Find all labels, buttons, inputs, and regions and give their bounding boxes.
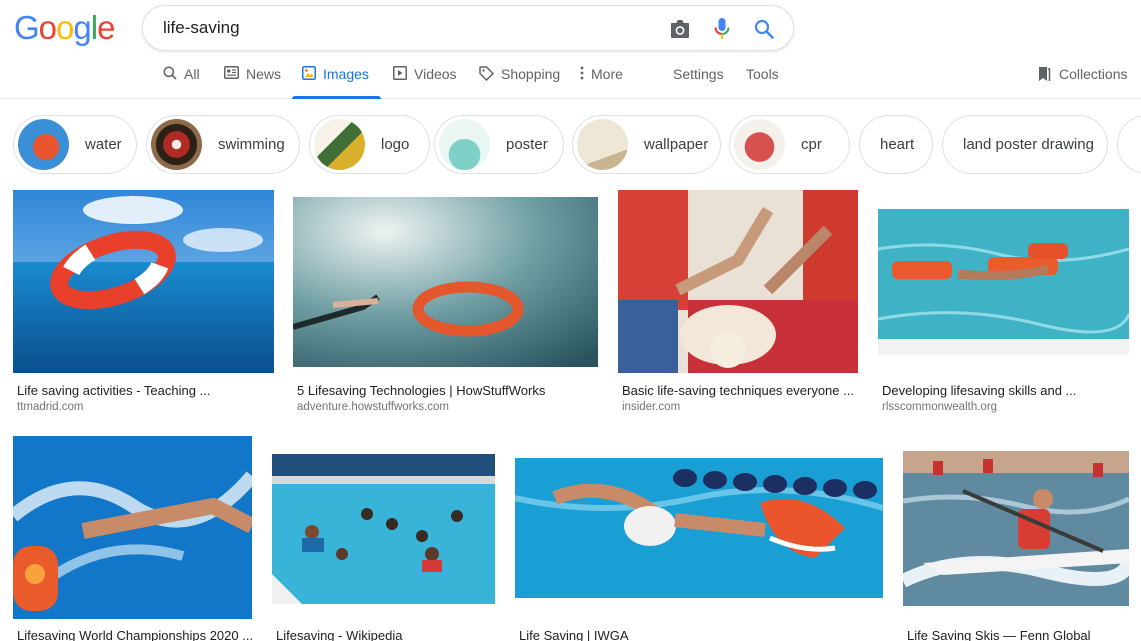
search-icon[interactable] [751,16,777,42]
image-result[interactable]: Lifesaving - Wikipedia [272,436,495,641]
tab-label: Images [323,66,369,82]
tag-icon [479,66,494,81]
result-source: adventure.howstuffworks.com [297,401,449,413]
bookmark-icon [1039,67,1051,81]
chip-thumbnail [18,119,69,170]
result-title[interactable]: Developing lifesaving skills and ... [882,383,1130,398]
tools-link[interactable]: Tools [746,66,779,82]
tab-all[interactable]: All [163,66,200,99]
tab-more[interactable]: More [580,66,623,99]
tab-label: Videos [414,66,457,82]
result-image[interactable] [13,190,274,373]
chip-water[interactable]: water [13,115,137,174]
logo-letter: g [73,9,91,46]
search-box [142,5,794,51]
related-searches-chips: water swimming logo poster wallpaper cpr… [13,115,1141,175]
chip-heart[interactable]: heart [859,115,933,174]
chip-wallpaper[interactable]: wallpaper [572,115,721,174]
image-result[interactable]: Life Saving Skis — Fenn Global [903,436,1129,641]
logo-letter: e [97,9,115,46]
tab-label: More [591,66,623,82]
chip-more[interactable] [1117,115,1141,174]
result-title[interactable]: Life Saving | IWGA [519,628,879,641]
tab-label: Shopping [501,66,561,82]
result-image[interactable] [515,458,883,598]
result-image[interactable] [618,190,858,373]
result-title[interactable]: 5 Lifesaving Technologies | HowStuffWork… [297,383,597,398]
result-image[interactable] [13,436,252,619]
image-result[interactable]: Basic life-saving techniques everyone ..… [618,190,858,420]
search-tabs-bar: All News Images Videos Shopping More Set… [0,54,1141,99]
search-icon [163,66,177,80]
result-title[interactable]: Basic life-saving techniques everyone ..… [622,383,858,398]
image-icon [302,66,316,80]
image-result[interactable]: Life saving activities - Teaching ... tt… [13,190,274,420]
chip-thumbnail [314,119,365,170]
image-result[interactable]: Lifesaving World Championships 2020 ... [13,436,253,641]
result-title[interactable]: Life Saving Skis — Fenn Global [907,628,1129,641]
result-image[interactable] [903,451,1129,606]
collections-link[interactable]: Collections [1037,66,1127,82]
tab-news[interactable]: News [224,66,281,99]
result-source: insider.com [622,401,681,413]
chip-swimming[interactable]: swimming [146,115,300,174]
collections-label: Collections [1059,66,1128,82]
result-image[interactable] [293,197,598,367]
dots-vertical-icon [580,66,584,80]
result-image[interactable] [878,209,1129,355]
chip-thumbnail [734,119,785,170]
logo-letter: G [14,9,40,46]
camera-icon[interactable] [667,16,693,42]
tab-shopping[interactable]: Shopping [479,66,560,99]
result-image[interactable] [272,454,495,604]
chip-thumbnail [439,119,490,170]
result-source: rlsscommonwealth.org [882,401,998,413]
tab-images[interactable]: Images [292,66,381,99]
logo-letter: o [38,9,57,46]
image-result[interactable]: Life Saving | IWGA [515,436,883,641]
image-result[interactable]: 5 Lifesaving Technologies | HowStuffWork… [293,190,598,420]
chip-logo[interactable]: logo [309,115,430,174]
chip-poster[interactable]: poster [434,115,564,174]
result-source: ttmadrid.com [17,401,84,413]
play-icon [393,66,407,80]
settings-link[interactable]: Settings [673,66,724,82]
microphone-icon[interactable] [709,16,735,42]
result-title[interactable]: Lifesaving World Championships 2020 ... [17,628,253,641]
result-title[interactable]: Life saving activities - Teaching ... [17,383,257,398]
chip-thumbnail [577,119,628,170]
news-icon [224,66,239,79]
chip-cpr[interactable]: cpr [729,115,850,174]
tab-label: News [246,66,282,82]
logo-letter: o [56,9,74,46]
result-title[interactable]: Lifesaving - Wikipedia [276,628,496,641]
image-result[interactable]: Developing lifesaving skills and ... rls… [878,190,1129,420]
tab-videos[interactable]: Videos [393,66,457,99]
chip-land-poster-drawing[interactable]: land poster drawing [942,115,1108,174]
search-input[interactable] [163,14,643,42]
tab-label: All [184,66,200,82]
chip-thumbnail [151,119,202,170]
google-logo[interactable]: Google [14,9,115,46]
